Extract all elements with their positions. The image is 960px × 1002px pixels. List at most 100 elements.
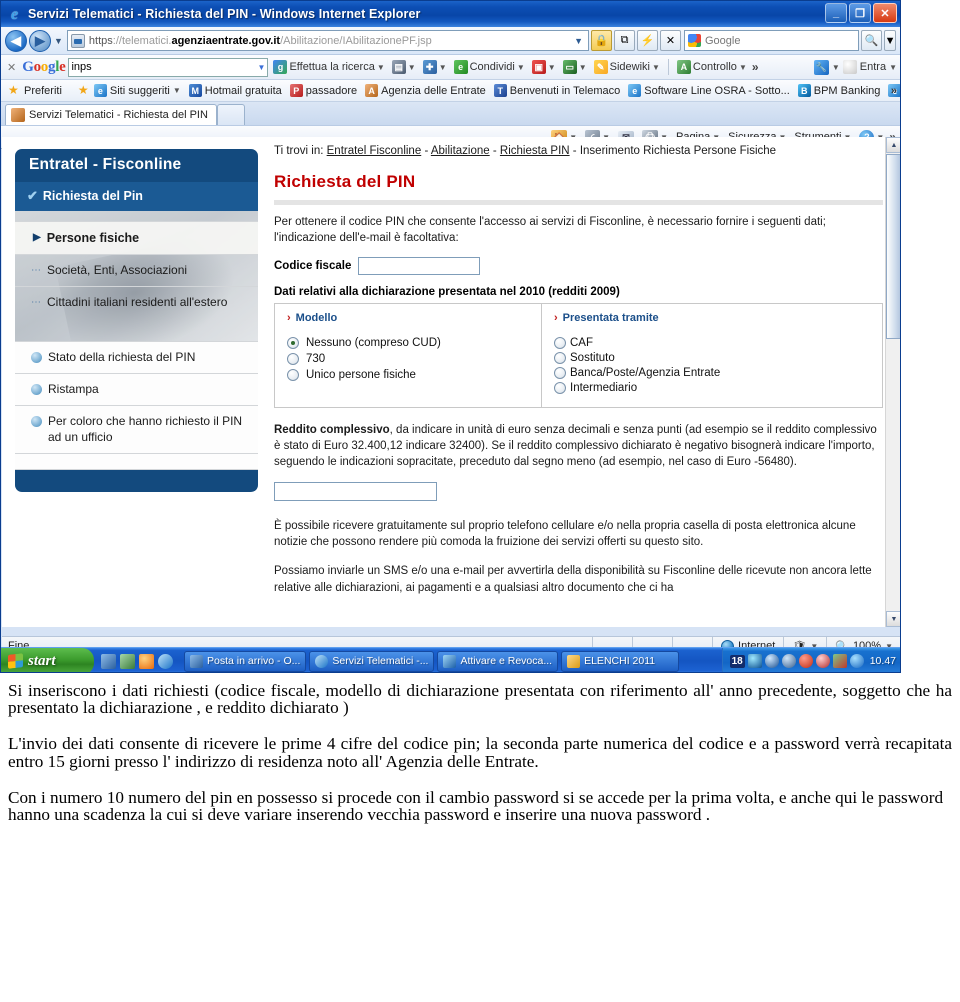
breadcrumb-link-richiesta-pin[interactable]: Richiesta PIN <box>500 145 570 157</box>
favorite-item-passadore[interactable]: P passadore <box>287 84 360 97</box>
scroll-up-button[interactable]: ▲ <box>886 137 900 153</box>
network-connections-icon[interactable] <box>781 654 796 668</box>
forward-button[interactable]: ▶ <box>29 29 51 52</box>
internet-explorer-icon[interactable] <box>158 653 173 669</box>
new-tab-button[interactable] <box>216 104 245 125</box>
security-alert-icon[interactable] <box>815 654 830 668</box>
toolbar-overflow-icon[interactable]: » <box>752 60 759 74</box>
nav-panel-spacer <box>15 454 258 471</box>
radio-modello-unico[interactable]: Unico persone fisiche <box>287 368 531 381</box>
favorite-item-software-line[interactable]: e Software Line OSRA - Sotto... <box>625 84 793 97</box>
google-toolbar: ✕ Google inps ▼ g Effettua la ricerca ▼ … <box>1 55 900 80</box>
google-query-dropdown-icon[interactable]: ▼ <box>258 63 266 72</box>
scrollbar-thumb[interactable] <box>886 154 900 339</box>
internet-explorer-icon: e <box>628 84 642 97</box>
codice-fiscale-input[interactable] <box>358 256 481 275</box>
google-search-input[interactable]: inps ▼ <box>68 57 269 77</box>
address-dropdown-icon[interactable]: ▼ <box>571 36 586 46</box>
tab-servizi-telematici[interactable]: Servizi Telematici - Richiesta del PIN <box>5 104 217 125</box>
chevron-down-icon[interactable]: ▼ <box>377 63 385 72</box>
radio-modello-730[interactable]: 730 <box>287 352 531 365</box>
sidebar-item-ristampa[interactable]: Ristampa <box>15 374 258 407</box>
toolbar-close-icon[interactable]: ✕ <box>4 61 19 74</box>
chevron-down-icon[interactable]: ▼ <box>739 63 747 72</box>
signin-label[interactable]: Entra <box>860 61 886 73</box>
minimize-button[interactable]: _ <box>825 3 847 23</box>
breadcrumb-link-abilitazione[interactable]: Abilitazione <box>431 145 490 157</box>
search-box[interactable]: Google <box>684 30 859 51</box>
radio-presentata-banca[interactable]: Banca/Poste/Agenzia Entrate <box>554 366 872 379</box>
sidebar-item-stato-richiesta[interactable]: Stato della richiesta del PIN <box>15 340 258 375</box>
toolbar-popup-button[interactable]: ▭ ▼ <box>561 60 589 74</box>
refresh-button[interactable]: ⚡ <box>637 30 658 51</box>
chevron-down-icon[interactable]: ▼ <box>652 63 660 72</box>
taskbar-item-attivare[interactable]: Attivare e Revoca... <box>437 650 559 672</box>
favorite-item-agenzia-entrate[interactable]: A Agenzia delle Entrate <box>362 84 489 97</box>
sidebar-item-richiesta-pin[interactable]: ✔ Richiesta del Pin <box>15 182 258 211</box>
compatibility-view-icon[interactable]: ⧉ <box>614 30 635 51</box>
folder-icon <box>567 654 581 668</box>
firefox-icon[interactable] <box>139 653 154 669</box>
breadcrumb-link-entratel[interactable]: Entratel Fisconline <box>327 145 422 157</box>
taskbar-item-servizi[interactable]: Servizi Telematici -... <box>309 650 435 672</box>
chevron-down-icon[interactable]: ▼ <box>579 63 587 72</box>
reddito-paragraph: Reddito complessivo, da indicare in unit… <box>274 422 883 471</box>
wrench-icon[interactable]: 🔧 <box>813 59 829 75</box>
printer-tray-icon[interactable] <box>832 654 847 668</box>
address-bar[interactable]: https://telematici.agenziaentrate.gov.it… <box>66 30 589 51</box>
chevron-down-icon[interactable]: ▼ <box>408 63 416 72</box>
search-dropdown-icon[interactable]: ▼ <box>884 30 896 51</box>
stop-button[interactable]: ✕ <box>660 30 681 51</box>
radio-presentata-sostituto[interactable]: Sostituto <box>554 351 872 364</box>
maximize-button[interactable]: ❐ <box>849 3 871 23</box>
chevron-down-icon[interactable]: ▼ <box>173 86 181 95</box>
scroll-down-button[interactable]: ▼ <box>886 611 900 627</box>
sidebar-item-richiesto-ufficio[interactable]: Per coloro che hanno richiesto il PIN ad… <box>15 406 258 455</box>
sidebar-item-cittadini-estero[interactable]: ⋯ Cittadini italiani residenti all'ester… <box>15 287 258 318</box>
start-button[interactable]: start <box>1 647 94 672</box>
taskbar-item-label: Attivare e Revoca... <box>460 655 553 667</box>
system-clock[interactable]: 10.47 <box>870 655 896 667</box>
toolbar-share-button[interactable]: e Condividi ▼ <box>452 60 527 74</box>
antivirus-icon[interactable] <box>798 654 813 668</box>
outlook-icon[interactable] <box>101 653 116 669</box>
show-desktop-icon[interactable] <box>120 653 135 669</box>
sync-icon[interactable] <box>764 654 779 668</box>
toolbar-divider <box>667 59 669 75</box>
favorites-button[interactable]: ★ Preferiti <box>5 84 65 97</box>
bullet-icon: ⋯ <box>31 297 41 309</box>
toolbar-search-button[interactable]: g Effettua la ricerca ▼ <box>271 60 386 74</box>
taskbar-item-elenchi[interactable]: ELENCHI 2011 <box>561 650 680 672</box>
radio-presentata-caf[interactable]: CAF <box>554 336 872 349</box>
chevron-down-icon[interactable]: ▼ <box>548 63 556 72</box>
chevron-down-icon[interactable]: ▼ <box>889 63 897 72</box>
page-scrollbar[interactable]: ▲ ▼ <box>885 137 900 627</box>
favorite-item-bpm-banking[interactable]: B BPM Banking <box>795 84 884 97</box>
sidebar-item-persone-fisiche[interactable]: ▶ Persone fisiche <box>15 221 258 255</box>
toolbar-bookmark-button[interactable]: ▤ ▼ <box>390 60 418 74</box>
favorites-overflow-icon[interactable]: » <box>891 85 897 97</box>
toolbar-translate-button[interactable]: ▣ ▼ <box>530 60 558 74</box>
favorite-item-suggested-sites[interactable]: ★ e Siti suggeriti ▼ <box>75 84 184 97</box>
sidebar-item-societa-enti[interactable]: ⋯ Società, Enti, Associazioni <box>15 255 258 288</box>
chevron-down-icon[interactable]: ▼ <box>832 63 840 72</box>
toolbar-spellcheck-button[interactable]: A Controllo ▼ <box>675 60 749 74</box>
taskbar-item-posta[interactable]: Posta in arrivo - O... <box>184 650 307 672</box>
toolbar-add-button[interactable]: ✚ ▼ <box>421 60 449 74</box>
history-dropdown-icon[interactable]: ▼ <box>54 36 63 46</box>
chevron-down-icon[interactable]: ▼ <box>439 63 447 72</box>
radio-modello-nessuno[interactable]: Nessuno (compreso CUD) <box>287 336 531 349</box>
toolbar-sidewiki-button[interactable]: ✎ Sidewiki ▼ <box>592 60 662 74</box>
favorite-label: BPM Banking <box>813 84 881 97</box>
favorite-item-hotmail[interactable]: M Hotmail gratuita <box>186 84 285 97</box>
favorite-item-telemaco[interactable]: T Benvenuti in Telemaco <box>491 84 623 97</box>
radio-presentata-intermediario[interactable]: Intermediario <box>554 381 872 394</box>
close-button[interactable]: ✕ <box>873 3 897 23</box>
reddito-input[interactable] <box>274 481 437 501</box>
back-button[interactable]: ◀ <box>5 29 27 52</box>
volume-icon[interactable] <box>849 654 864 668</box>
network-icon[interactable] <box>747 654 762 668</box>
search-go-button[interactable]: 🔍 <box>861 30 882 51</box>
security-lock-icon[interactable]: 🔒 <box>591 30 612 51</box>
chevron-down-icon[interactable]: ▼ <box>517 63 525 72</box>
